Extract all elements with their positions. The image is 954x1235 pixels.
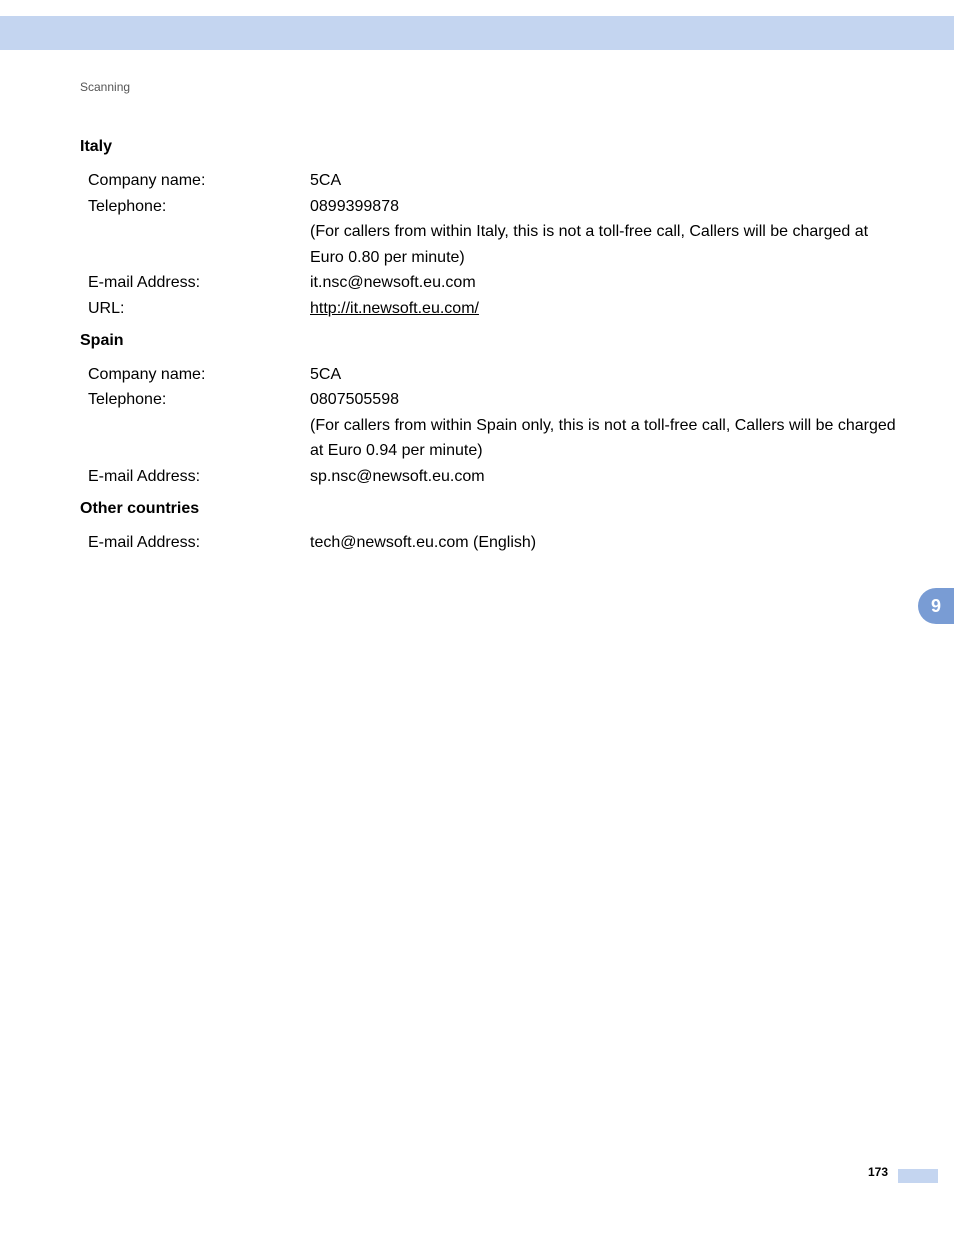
- section-heading-spain: Spain: [80, 332, 900, 350]
- top-band: [0, 16, 954, 50]
- section-heading-other: Other countries: [80, 500, 900, 518]
- row-italy-telephone-note: (For callers from within Italy, this is …: [80, 219, 900, 270]
- value-telephone: 0899399878: [310, 194, 900, 220]
- row-italy-email: E-mail Address: it.nsc@newsoft.eu.com: [80, 270, 900, 296]
- label-email: E-mail Address:: [80, 530, 310, 556]
- page-content: Scanning Italy Company name: 5CA Telepho…: [80, 80, 900, 555]
- url-link[interactable]: http://it.newsoft.eu.com/: [310, 300, 479, 317]
- row-spain-telephone-note: (For callers from within Spain only, thi…: [80, 413, 900, 464]
- label-telephone: Telephone:: [80, 194, 310, 220]
- value-company: 5CA: [310, 362, 900, 388]
- label-blank: [80, 219, 310, 270]
- row-spain-telephone: Telephone: 0807505598: [80, 387, 900, 413]
- row-spain-email: E-mail Address: sp.nsc@newsoft.eu.com: [80, 464, 900, 490]
- value-email: it.nsc@newsoft.eu.com: [310, 270, 900, 296]
- chapter-tab: 9: [918, 588, 954, 624]
- value-telephone: 0807505598: [310, 387, 900, 413]
- value-telephone-note: (For callers from within Italy, this is …: [310, 219, 900, 270]
- value-company: 5CA: [310, 168, 900, 194]
- value-email: tech@newsoft.eu.com (English): [310, 530, 900, 556]
- label-blank: [80, 413, 310, 464]
- row-other-email: E-mail Address: tech@newsoft.eu.com (Eng…: [80, 530, 900, 556]
- value-email: sp.nsc@newsoft.eu.com: [310, 464, 900, 490]
- row-italy-company: Company name: 5CA: [80, 168, 900, 194]
- label-company: Company name:: [80, 168, 310, 194]
- value-url: http://it.newsoft.eu.com/: [310, 296, 900, 322]
- section-heading-italy: Italy: [80, 138, 900, 156]
- label-telephone: Telephone:: [80, 387, 310, 413]
- label-email: E-mail Address:: [80, 270, 310, 296]
- row-italy-url: URL: http://it.newsoft.eu.com/: [80, 296, 900, 322]
- breadcrumb: Scanning: [80, 80, 900, 94]
- value-telephone-note: (For callers from within Spain only, thi…: [310, 413, 900, 464]
- label-url: URL:: [80, 296, 310, 322]
- page-number: 173: [868, 1165, 888, 1179]
- label-company: Company name:: [80, 362, 310, 388]
- footer-accent-bar: [898, 1169, 938, 1183]
- row-spain-company: Company name: 5CA: [80, 362, 900, 388]
- row-italy-telephone: Telephone: 0899399878: [80, 194, 900, 220]
- label-email: E-mail Address:: [80, 464, 310, 490]
